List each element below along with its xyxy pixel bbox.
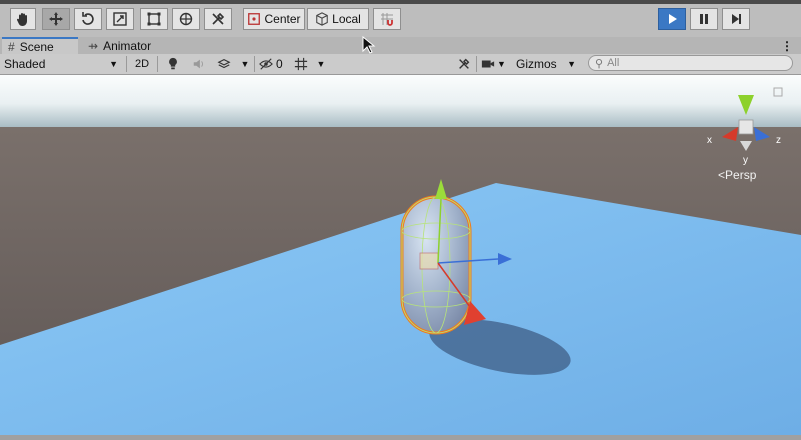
- lightbulb-icon: [169, 57, 177, 70]
- step-icon: [732, 14, 741, 24]
- pause-button[interactable]: [690, 8, 718, 30]
- grid-toggle[interactable]: [291, 55, 311, 73]
- dropdown-arrow-icon: ▼: [316, 59, 326, 69]
- dropdown-arrow-icon: ▼: [240, 59, 250, 69]
- search-icon: ⚲: [595, 57, 604, 70]
- grid-icon: [294, 57, 308, 71]
- hidden-objects-toggle[interactable]: 0: [258, 55, 286, 73]
- scene-viewport[interactable]: x z y <Persp: [0, 75, 801, 435]
- space-local-button[interactable]: Local: [307, 8, 369, 30]
- main-toolbar: Center Local: [0, 0, 801, 37]
- eye-slash-icon: [259, 58, 273, 70]
- pivot-icon: [248, 13, 261, 25]
- hidden-count: 0: [276, 57, 283, 71]
- custom-tool-button[interactable]: [204, 8, 232, 30]
- divider: [476, 56, 477, 72]
- scene-toolbar: Shaded ▼ 2D ▼ 0 ▼ ▼ Gizmos ▼ ⚲ All: [0, 54, 801, 75]
- dropdown-arrow-icon: ▼: [497, 59, 506, 69]
- mouse-cursor-icon: [362, 36, 376, 54]
- divider: [254, 56, 255, 72]
- shading-mode-value: Shaded: [4, 57, 46, 71]
- camera-icon: [481, 60, 495, 68]
- transform-icon: [179, 12, 193, 26]
- kebab-menu-icon: ⋮: [781, 38, 793, 53]
- effects-toggle[interactable]: [214, 55, 234, 73]
- animator-icon: ⇸: [88, 38, 99, 53]
- divider: [157, 56, 158, 72]
- pivot-label: Center: [264, 12, 301, 26]
- move-arrows-icon: [49, 12, 63, 26]
- audio-toggle[interactable]: [189, 55, 209, 73]
- bottom-panel-edge: [0, 435, 801, 440]
- tab-animator-label: Animator: [103, 38, 152, 53]
- scale-tool-button[interactable]: [106, 8, 134, 30]
- snap-toggle-button[interactable]: [373, 8, 401, 30]
- magnet-grid-icon: [381, 13, 393, 26]
- sky: [0, 75, 801, 127]
- gizmo-y-label: y: [743, 155, 748, 166]
- divider: [126, 56, 127, 72]
- dropdown-arrow-icon: ▼: [567, 59, 576, 69]
- rotate-icon: [82, 12, 94, 25]
- shading-mode-dropdown[interactable]: Shaded ▼: [4, 55, 122, 73]
- gizmos-label: Gizmos: [516, 57, 557, 71]
- tab-animator[interactable]: ⇸ Animator: [82, 37, 172, 54]
- tab-menu-button[interactable]: ⋮: [775, 37, 793, 54]
- rect-tool-button[interactable]: [140, 8, 168, 30]
- tools-icon: [459, 58, 470, 69]
- gizmos-dropdown[interactable]: Gizmos ▼: [514, 55, 580, 73]
- gizmo-z-label: z: [776, 135, 781, 146]
- scale-icon: [113, 12, 127, 26]
- grid-dropdown[interactable]: ▼: [314, 55, 328, 73]
- tab-scene-label: Scene: [19, 39, 54, 54]
- layers-icon: [217, 58, 231, 69]
- effects-dropdown[interactable]: ▼: [238, 55, 252, 73]
- capsule-object[interactable]: [400, 195, 472, 335]
- projection-label: Persp: [725, 168, 757, 182]
- dropdown-arrow-icon: ▼: [109, 59, 118, 69]
- search-placeholder: All: [607, 57, 620, 69]
- lighting-toggle[interactable]: [163, 55, 183, 73]
- transform-tool-button[interactable]: [172, 8, 200, 30]
- gizmo-center-cube[interactable]: [738, 119, 754, 135]
- play-button[interactable]: [658, 8, 686, 30]
- scene-search-input[interactable]: ⚲ All: [588, 55, 793, 71]
- speaker-icon: [193, 59, 203, 69]
- move-tool-button[interactable]: [42, 8, 70, 30]
- tools-icon: [212, 12, 225, 25]
- step-button[interactable]: [722, 8, 750, 30]
- scene-render: x z y: [0, 75, 801, 435]
- rotate-tool-button[interactable]: [74, 8, 102, 30]
- projection-toggle[interactable]: <Persp: [718, 168, 756, 182]
- scene-tools-button[interactable]: [455, 55, 473, 73]
- camera-dropdown[interactable]: ▼: [481, 55, 509, 73]
- window-tab-bar: # Scene ⇸ Animator ⋮: [0, 37, 801, 55]
- mode-2d-toggle[interactable]: 2D: [130, 55, 154, 73]
- hand-icon: [16, 13, 27, 26]
- pivot-center-button[interactable]: Center: [243, 8, 305, 30]
- grid-hash-icon: #: [8, 39, 15, 54]
- play-icon: [669, 14, 677, 24]
- rect-transform-icon: [147, 12, 161, 26]
- tab-scene[interactable]: # Scene: [2, 37, 78, 54]
- space-label: Local: [332, 12, 361, 26]
- hand-tool-button[interactable]: [10, 8, 36, 30]
- cube-icon: [316, 12, 328, 26]
- chevron-left-icon: <: [718, 168, 726, 182]
- gizmo-x-label: x: [707, 135, 712, 146]
- pause-icon: [700, 14, 708, 24]
- mode-2d-label: 2D: [134, 58, 150, 70]
